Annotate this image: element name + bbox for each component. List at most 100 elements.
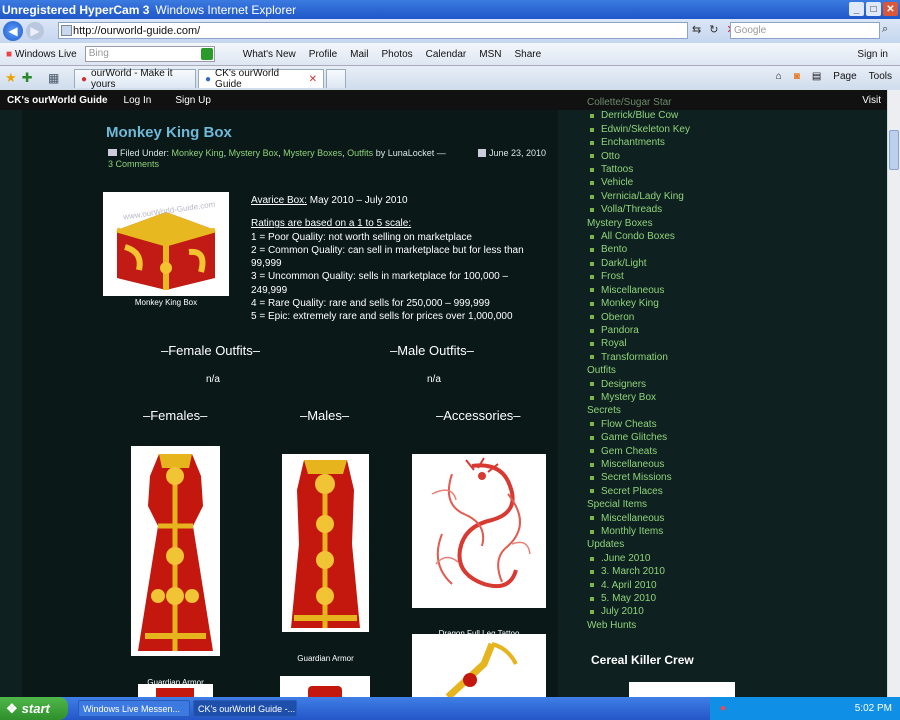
page-scrollbar[interactable] [887,90,900,697]
link-mail[interactable]: Mail [350,49,368,60]
sidebar-category[interactable]: Mystery Boxes [587,217,787,230]
sidebar-category[interactable]: Special Items [587,498,787,511]
category-link[interactable]: Monkey King [172,148,224,158]
sidebar-link[interactable]: Otto [587,150,787,163]
male-armor-image[interactable] [282,454,369,632]
scrollbar-thumb[interactable] [889,130,899,170]
taskbar-messenger[interactable]: Windows Live Messen... [78,700,190,717]
monkey-king-box-image[interactable]: www.ourWorld-Guide.com [103,192,229,296]
accessory-2-image[interactable] [412,634,546,697]
sidebar-link[interactable]: 4. April 2010 [587,579,787,592]
rating-line: 3 = Uncommon Quality: sells in marketpla… [251,271,509,296]
sidebar-link[interactable]: Pandora [587,324,787,337]
sidebar-link[interactable]: Gem Cheats [587,445,787,458]
sidebar-link[interactable]: Miscellaneous [587,512,787,525]
back-button[interactable]: ◀ [3,21,23,41]
refresh-icon[interactable]: ↻ [709,23,718,36]
add-favorites-icon[interactable]: ✚ [17,70,33,86]
link-photos[interactable]: Photos [382,49,413,60]
sidebar-link[interactable]: Transformation [587,351,787,364]
sidebar-link[interactable]: Frost [587,270,787,283]
sidebar-link[interactable]: Mystery Box [587,391,787,404]
sidebar-link[interactable]: Secret Missions [587,471,787,484]
sidebar-link[interactable]: Enchantments [587,136,787,149]
sidebar-link[interactable]: Monthly Items [587,525,787,538]
post-title[interactable]: Monkey King Box [106,124,232,141]
sidebar-link[interactable]: .June 2010 [587,552,787,565]
new-tab-button[interactable] [326,69,346,88]
print-icon[interactable]: ▤ [812,71,821,82]
search-icon[interactable]: ⌕ [882,23,888,36]
link-profile[interactable]: Profile [309,49,337,60]
tab-ourworld[interactable]: ● ourWorld - Make it yours [74,68,196,90]
link-share[interactable]: Share [514,49,541,60]
sidebar-link[interactable]: Flow Cheats [587,418,787,431]
sidebar-link[interactable]: Collette/Sugar Star [587,96,787,109]
login-link[interactable]: Log In [124,95,152,106]
sidebar-link[interactable]: Vernicia/Lady King [587,190,787,203]
tools-menu[interactable]: Tools [869,71,892,82]
minimize-button[interactable]: _ [849,2,864,16]
sidebar-link[interactable]: Secret Places [587,485,787,498]
sidebar-category[interactable]: Updates [587,538,787,551]
page-menu[interactable]: Page [833,71,856,82]
feeds-icon[interactable]: ◙ [794,71,800,82]
dragon-tattoo-image[interactable] [412,454,546,608]
link-msn[interactable]: MSN [479,49,501,60]
taskbar-ie[interactable]: CK's ourWorld Guide -... [193,700,297,717]
sidebar-link[interactable]: Derrick/Blue Cow [587,109,787,122]
search-input[interactable]: Google [730,22,880,39]
sidebar-link[interactable]: Oberon [587,311,787,324]
sidebar-link[interactable]: Game Glitches [587,431,787,444]
link-whats-new[interactable]: What's New [243,49,296,60]
sidebar-link[interactable]: Miscellaneous [587,284,787,297]
tabs-bar: ★ ✚ ▦ ● ourWorld - Make it yours ● CK's … [0,66,900,90]
sidebar-link[interactable]: All Condo Boxes [587,230,787,243]
sidebar-link[interactable]: Bento [587,243,787,256]
bing-go-icon[interactable] [200,48,213,60]
record-icon[interactable]: ● [710,703,726,714]
sidebar-link[interactable]: Edwin/Skeleton Key [587,123,787,136]
sidebar-category[interactable]: Outfits [587,364,787,377]
sidebar-link[interactable]: Vehicle [587,176,787,189]
sidebar-link[interactable]: Designers [587,378,787,391]
forward-button[interactable]: ▶ [26,22,44,40]
sidebar-link[interactable]: Royal [587,337,787,350]
visit-menu[interactable]: Visit [862,95,881,106]
signin-link[interactable]: Sign in [857,49,888,60]
sidebar-link[interactable]: Volla/Threads [587,203,787,216]
url-field[interactable]: http://ourworld-guide.com/ [58,22,688,39]
signup-link[interactable]: Sign Up [175,95,211,106]
category-link[interactable]: Outfits [347,148,373,158]
site-brand[interactable]: CK's ourWorld Guide [0,95,108,106]
bing-search-input[interactable]: Bing [84,46,215,62]
close-window-button[interactable]: ✕ [883,2,898,16]
favorites-star-icon[interactable]: ★ [0,70,17,86]
messenger-label: Windows Live Messen... [83,703,181,714]
start-button[interactable]: ❖ start [0,697,68,720]
sidebar-category[interactable]: Web Hunts [587,619,787,632]
sidebar-category[interactable]: Secrets [587,404,787,417]
category-link[interactable]: Mystery Boxes [283,148,342,158]
windows-live-menu[interactable]: ■ Windows Live [0,49,77,60]
category-link[interactable]: Mystery Box [229,148,279,158]
sidebar-link[interactable]: 3. March 2010 [587,565,787,578]
sidebar-link[interactable]: Monkey King [587,297,787,310]
home-icon[interactable]: ⌂ [776,71,782,82]
female-armor-2-image[interactable] [138,684,213,697]
close-tab-icon[interactable]: ✕ [309,74,317,85]
sidebar-link[interactable]: Dark/Light [587,257,787,270]
maximize-button[interactable]: □ [866,2,881,16]
female-armor-image[interactable] [131,446,220,656]
compat-view-icon[interactable]: ⇆ [692,23,701,36]
crew-banner-image[interactable] [629,682,735,697]
quick-tabs-icon[interactable]: ▦ [48,71,59,85]
sidebar-link[interactable]: Miscellaneous [587,458,787,471]
link-calendar[interactable]: Calendar [426,49,467,60]
male-armor-2-image[interactable] [280,676,370,697]
tab-ck-guide[interactable]: ● CK's ourWorld Guide ✕ [198,68,324,90]
sidebar-link[interactable]: July 2010 [587,605,787,618]
sidebar-link[interactable]: Tattoos [587,163,787,176]
sidebar-link[interactable]: 5. May 2010 [587,592,787,605]
comments-link[interactable]: 3 Comments [108,159,159,169]
